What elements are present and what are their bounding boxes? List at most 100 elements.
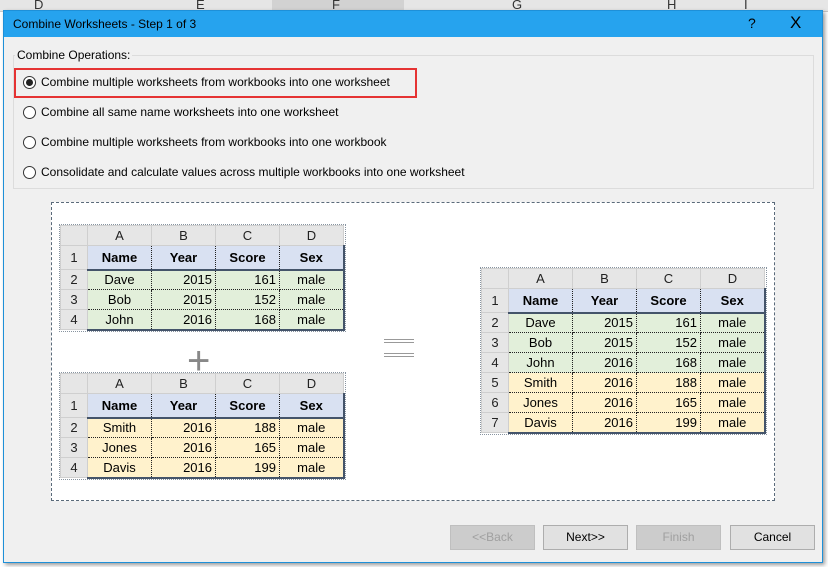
data-cell: 161: [216, 270, 280, 290]
close-button[interactable]: X: [790, 13, 801, 33]
column-letter: D: [701, 269, 765, 289]
data-cell: Bob: [88, 290, 152, 310]
column-letter: B: [152, 226, 216, 246]
radio-button[interactable]: [23, 136, 36, 149]
data-cell: male: [280, 418, 344, 438]
header-cell: Score: [216, 246, 280, 270]
data-cell: 152: [637, 333, 701, 353]
data-cell: 199: [216, 458, 280, 478]
column-letter: A: [88, 226, 152, 246]
table-row: 3Bob2015152male: [61, 290, 344, 310]
group-label: Combine Operations:: [15, 48, 132, 62]
back-button[interactable]: <<Back: [450, 525, 535, 550]
data-cell: male: [701, 373, 765, 393]
data-cell: Davis: [88, 458, 152, 478]
row-number: 5: [482, 373, 509, 393]
header-cell: Year: [152, 394, 216, 418]
radio-button[interactable]: [23, 106, 36, 119]
row-number: 1: [482, 289, 509, 313]
header-cell: Sex: [280, 394, 344, 418]
header-cell: Name: [88, 394, 152, 418]
result-table: ABCD1NameYearScoreSex2Dave2015161male3Bo…: [481, 268, 766, 434]
column-header-row: ABCD: [61, 226, 344, 246]
table-row: 2Dave2015161male: [482, 313, 765, 333]
row-number: 3: [61, 438, 88, 458]
row-number: 4: [61, 310, 88, 330]
row-number: 2: [482, 313, 509, 333]
select-all-corner: [482, 269, 509, 289]
table-row: 4John2016168male: [61, 310, 344, 330]
data-cell: male: [280, 438, 344, 458]
header-row: 1NameYearScoreSex: [482, 289, 765, 313]
header-cell: Year: [573, 289, 637, 313]
finish-button[interactable]: Finish: [636, 525, 721, 550]
equals-icon: [384, 339, 414, 357]
data-cell: 2015: [573, 313, 637, 333]
row-number: 1: [61, 246, 88, 270]
option-label: Combine all same name worksheets into on…: [41, 105, 338, 119]
row-number: 1: [61, 394, 88, 418]
header-cell: Year: [152, 246, 216, 270]
data-cell: 188: [216, 418, 280, 438]
header-cell: Name: [509, 289, 573, 313]
data-cell: male: [280, 458, 344, 478]
row-number: 4: [482, 353, 509, 373]
header-cell: Sex: [701, 289, 765, 313]
illustration-panel: ABCD1NameYearScoreSex2Dave2015161male3Bo…: [51, 202, 775, 501]
data-cell: 2016: [152, 310, 216, 330]
option-label: Combine multiple worksheets from workboo…: [41, 75, 390, 89]
header-cell: Name: [88, 246, 152, 270]
data-cell: John: [509, 353, 573, 373]
column-letter: C: [216, 374, 280, 394]
data-cell: Bob: [509, 333, 573, 353]
data-cell: John: [88, 310, 152, 330]
data-cell: male: [701, 393, 765, 413]
table-row: 4Davis2016199male: [61, 458, 344, 478]
radio-button[interactable]: [23, 166, 36, 179]
data-cell: male: [701, 313, 765, 333]
column-letter: B: [573, 269, 637, 289]
data-cell: 2015: [573, 333, 637, 353]
header-row: 1NameYearScoreSex: [61, 246, 344, 270]
title-bar[interactable]: Combine Worksheets - Step 1 of 3 ? X: [4, 11, 822, 37]
data-cell: 2015: [152, 290, 216, 310]
data-cell: male: [280, 310, 344, 330]
option-label: Consolidate and calculate values across …: [41, 165, 465, 179]
option-combine-to-worksheet[interactable]: Combine multiple worksheets from workboo…: [23, 75, 390, 89]
cancel-button[interactable]: Cancel: [730, 525, 815, 550]
header-cell: Score: [216, 394, 280, 418]
data-cell: male: [701, 413, 765, 433]
table-row: 7Davis2016199male: [482, 413, 765, 433]
data-cell: Dave: [509, 313, 573, 333]
data-cell: 165: [637, 393, 701, 413]
data-cell: Smith: [509, 373, 573, 393]
next-button[interactable]: Next>>: [543, 525, 628, 550]
option-consolidate[interactable]: Consolidate and calculate values across …: [23, 165, 465, 179]
combine-worksheets-dialog: Combine Worksheets - Step 1 of 3 ? X Com…: [3, 10, 823, 563]
option-combine-same-name[interactable]: Combine all same name worksheets into on…: [23, 105, 338, 119]
column-header-row: ABCD: [482, 269, 765, 289]
row-number: 3: [482, 333, 509, 353]
row-number: 4: [61, 458, 88, 478]
data-cell: Smith: [88, 418, 152, 438]
option-combine-to-workbook[interactable]: Combine multiple worksheets from workboo…: [23, 135, 387, 149]
data-cell: 2016: [152, 418, 216, 438]
data-cell: Jones: [509, 393, 573, 413]
column-letter: C: [637, 269, 701, 289]
row-number: 2: [61, 418, 88, 438]
data-cell: 2016: [573, 393, 637, 413]
data-cell: 2016: [152, 438, 216, 458]
help-button[interactable]: ?: [748, 15, 756, 31]
data-cell: Davis: [509, 413, 573, 433]
table-row: 5Smith2016188male: [482, 373, 765, 393]
table-row: 2Dave2015161male: [61, 270, 344, 290]
header-cell: Score: [637, 289, 701, 313]
table-row: 3Jones2016165male: [61, 438, 344, 458]
data-cell: 161: [637, 313, 701, 333]
header-cell: Sex: [280, 246, 344, 270]
select-all-corner: [61, 226, 88, 246]
radio-button[interactable]: [23, 76, 36, 89]
row-number: 2: [61, 270, 88, 290]
column-letter: D: [280, 226, 344, 246]
column-letter: A: [509, 269, 573, 289]
